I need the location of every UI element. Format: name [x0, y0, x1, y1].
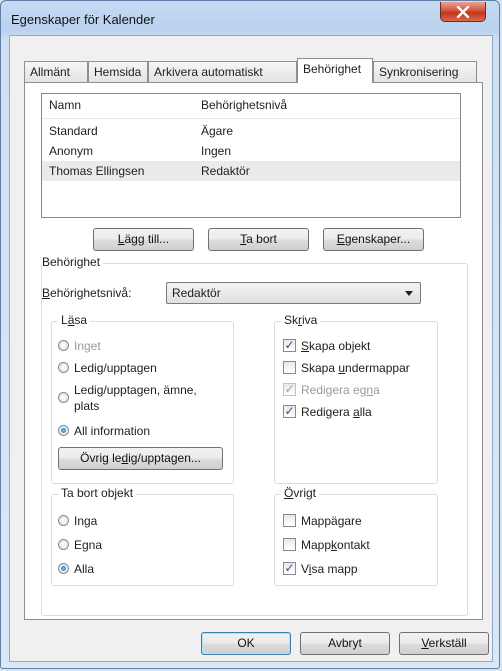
tab-permissions[interactable]: Behörighet — [297, 58, 373, 83]
delete-group-title: Ta bort objekt — [58, 486, 137, 500]
delete-option-label: Egna — [74, 538, 103, 552]
other-option-label: Mappägare — [301, 514, 362, 528]
list-item-name: Thomas Ellingsen — [49, 164, 145, 178]
radio-icon — [58, 340, 69, 351]
read-option-label: Inget — [74, 339, 101, 353]
tab-synchronization[interactable]: Synkronisering — [373, 61, 477, 82]
radio-icon — [58, 362, 69, 373]
column-header-name[interactable]: Namn — [49, 98, 81, 112]
read-option-label: Ledig/upptagen — [74, 361, 157, 375]
read-group: Läsa Inget Ledig/upptagen Ledig/upptagen… — [51, 313, 234, 484]
permission-level-value: Redaktör — [172, 286, 221, 300]
delete-option-none[interactable]: Inga — [58, 513, 97, 529]
other-option-folder-contact[interactable]: Mappkontakt — [283, 537, 370, 553]
title-bar: Egenskaper för Kalender — [1, 1, 499, 37]
other-group: Övrigt Mappägare Mappkontakt ✓ Visa mapp — [274, 486, 438, 586]
checkbox-icon — [283, 514, 296, 527]
other-free-busy-button[interactable]: Övrig ledig/upptagen... — [58, 447, 223, 470]
list-header: Namn Behörighetsnivå — [42, 94, 460, 119]
list-item-name: Anonym — [49, 144, 94, 158]
write-group: Skriva ✓ Skapa objekt Skapa undermappar … — [274, 313, 438, 484]
checkbox-icon — [283, 361, 296, 374]
permissions-list[interactable]: Namn Behörighetsnivå Standard Ägare Anon… — [41, 93, 461, 218]
checkbox-icon — [283, 538, 296, 551]
close-icon — [456, 5, 470, 18]
list-item-selected[interactable]: Thomas Ellingsen Redaktör — [42, 161, 460, 181]
write-group-title: Skriva — [281, 313, 321, 327]
list-item-level: Ägare — [201, 124, 234, 138]
write-option-label: Redigera alla — [301, 405, 372, 419]
list-item[interactable]: Standard Ägare — [42, 121, 460, 141]
read-option-label-line2: plats — [74, 399, 100, 413]
permission-group-title: Behörighet — [42, 255, 104, 269]
write-option-label: Redigera egna — [301, 383, 380, 397]
checkbox-checked-icon: ✓ — [283, 338, 296, 352]
read-option-label: Ledig/upptagen, ämne, plats — [74, 382, 197, 414]
list-item-level: Redaktör — [201, 164, 250, 178]
tab-autoarchive[interactable]: Arkivera automatiskt — [148, 61, 297, 82]
window-title: Egenskaper för Kalender — [11, 12, 155, 27]
properties-button[interactable]: Egenskaper... — [323, 228, 424, 251]
read-option-none[interactable]: Inget — [58, 338, 101, 354]
column-header-level[interactable]: Behörighetsnivå — [201, 98, 287, 112]
radio-selected-icon — [58, 563, 69, 574]
properties-dialog: Egenskaper för Kalender Allmänt Hemsida … — [0, 0, 500, 669]
other-option-label: Visa mapp — [301, 562, 358, 576]
read-option-free-busy-subject-location[interactable]: Ledig/upptagen, ämne, plats — [58, 382, 197, 414]
apply-button[interactable]: Verkställ — [399, 632, 489, 655]
delete-group: Ta bort objekt Inga Egna Alla — [51, 486, 234, 586]
delete-option-all[interactable]: Alla — [58, 561, 94, 577]
write-option-label: Skapa undermappar — [301, 361, 410, 375]
delete-option-label: Inga — [74, 514, 98, 528]
write-option-edit-all[interactable]: ✓ Redigera alla — [283, 404, 372, 420]
read-option-free-busy[interactable]: Ledig/upptagen — [58, 360, 157, 376]
read-group-title: Läsa — [58, 313, 91, 327]
permission-group: Behörighet Behörighetsnivå: Redaktör Läs… — [41, 255, 468, 616]
write-option-edit-own[interactable]: ✓ Redigera egna — [283, 382, 380, 398]
other-group-title: Övrigt — [281, 486, 320, 500]
ok-button[interactable]: OK — [201, 632, 291, 655]
checkbox-checked-icon: ✓ — [283, 561, 296, 575]
list-item[interactable]: Anonym Ingen — [42, 141, 460, 161]
write-option-label: Skapa objekt — [301, 339, 371, 353]
checkbox-checked-icon: ✓ — [283, 404, 296, 418]
write-option-create-subfolders[interactable]: Skapa undermappar — [283, 360, 410, 376]
radio-icon — [58, 539, 69, 550]
radio-icon — [58, 515, 69, 526]
tab-homepage[interactable]: Hemsida — [88, 61, 148, 82]
checkbox-checked-disabled-icon: ✓ — [283, 382, 296, 396]
list-item-name: Standard — [49, 124, 98, 138]
add-button[interactable]: Lägg till... — [93, 228, 194, 251]
cancel-button[interactable]: Avbryt — [300, 632, 390, 655]
permission-level-label: Behörighetsnivå: — [42, 286, 132, 300]
other-option-folder-visible[interactable]: ✓ Visa mapp — [283, 561, 358, 577]
list-item-level: Ingen — [201, 144, 232, 158]
other-option-folder-owner[interactable]: Mappägare — [283, 513, 362, 529]
radio-icon — [58, 392, 69, 403]
tab-general[interactable]: Allmänt — [24, 61, 88, 82]
permission-level-dropdown[interactable]: Redaktör — [166, 282, 421, 304]
read-option-label-line1: Ledig/upptagen, ämne, — [74, 383, 197, 397]
delete-option-own[interactable]: Egna — [58, 537, 102, 553]
write-option-create-items[interactable]: ✓ Skapa objekt — [283, 338, 370, 354]
chevron-down-icon — [405, 291, 413, 296]
delete-option-label: Alla — [74, 562, 95, 576]
other-option-label: Mappkontakt — [301, 538, 370, 552]
permissions-tab-page: Namn Behörighetsnivå Standard Ägare Anon… — [24, 82, 483, 620]
remove-button[interactable]: Ta bort — [208, 228, 309, 251]
read-option-all-information[interactable]: All information — [58, 423, 150, 439]
read-option-label: All information — [74, 424, 151, 438]
radio-selected-icon — [58, 425, 69, 436]
dialog-client: Allmänt Hemsida Arkivera automatiskt Beh… — [9, 35, 493, 662]
close-button[interactable] — [440, 2, 486, 22]
